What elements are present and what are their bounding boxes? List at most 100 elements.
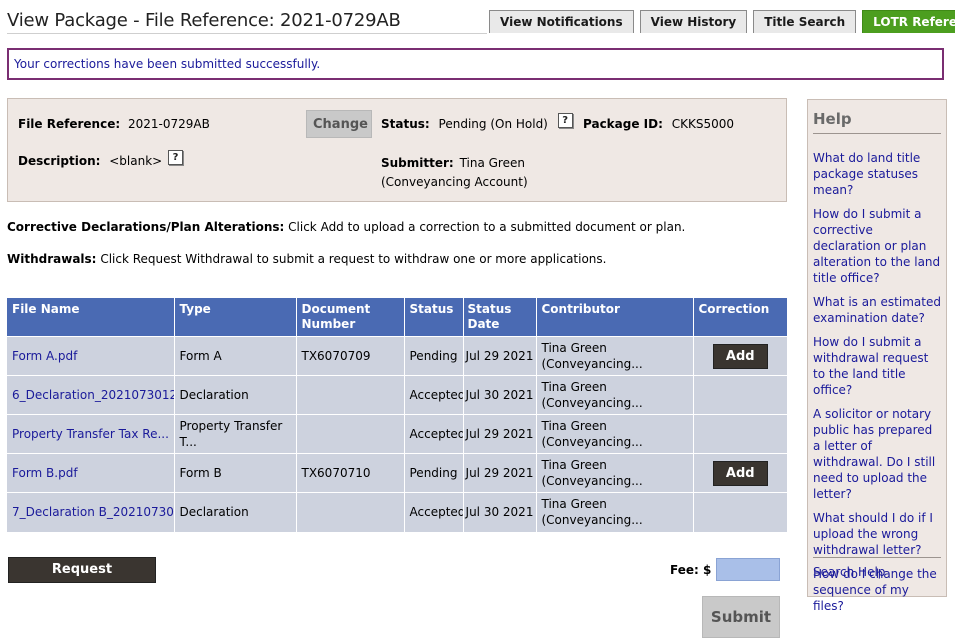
add-correction-button[interactable]: Add	[712, 460, 768, 486]
file-reference: File Reference: 2021-0729AB	[18, 117, 210, 131]
file-reference-value: 2021-0729AB	[127, 117, 210, 131]
fee-label: Fee: $	[670, 563, 712, 577]
cell-contributor: Tina Green (Conveyancing...	[536, 375, 694, 415]
help-divider	[813, 557, 941, 558]
cell-correction: Add	[693, 336, 787, 376]
change-button[interactable]: Change	[306, 110, 372, 138]
col-type[interactable]: Type	[174, 298, 297, 337]
tab-title-search[interactable]: Title Search	[753, 10, 857, 33]
cell-status-date: Jul 29 2021	[463, 414, 537, 454]
file-link[interactable]: Form A.pdf	[12, 349, 77, 363]
file-link[interactable]: 6_Declaration_2021073012...	[12, 388, 173, 402]
file-link[interactable]: Form B.pdf	[12, 466, 78, 480]
description-help-icon[interactable]: ?	[168, 150, 184, 165]
cell-type: Declaration	[174, 492, 297, 532]
description: Description: <blank> ?	[18, 150, 184, 168]
contributor-name: Tina Green	[541, 419, 607, 433]
cell-doc-number	[296, 492, 405, 532]
cell-contributor: Tina Green (Conveyancing...	[536, 453, 694, 493]
contributor-account: (Conveyancing...	[541, 396, 643, 410]
help-link-wrong-letter[interactable]: What should I do if I upload the wrong w…	[813, 510, 941, 558]
cell-correction	[693, 375, 787, 415]
file-reference-label: File Reference:	[18, 117, 121, 131]
col-status[interactable]: Status	[404, 298, 464, 337]
status-value: Pending (On Hold)	[438, 117, 548, 131]
contributor-account: (Conveyancing...	[541, 357, 643, 371]
files-table: File Name Type Document Number Status St…	[7, 298, 787, 532]
help-link-letter-of-withdrawal[interactable]: A solicitor or notary public has prepare…	[813, 406, 941, 502]
add-correction-button[interactable]: Add	[712, 343, 768, 369]
cell-doc-number	[296, 414, 405, 454]
type-line-1: Property Transfer	[179, 419, 283, 433]
contributor-account: (Conveyancing...	[541, 435, 643, 449]
contributor-name: Tina Green	[541, 380, 607, 394]
cell-contributor: Tina Green (Conveyancing...	[536, 414, 694, 454]
submit-button[interactable]: Submit	[702, 596, 780, 638]
description-label: Description:	[18, 154, 101, 168]
cell-correction	[693, 414, 787, 454]
help-link-withdrawal-request[interactable]: How do I submit a withdrawal request to …	[813, 334, 941, 398]
withdrawals-label: Withdrawals:	[7, 252, 97, 266]
col-contributor[interactable]: Contributor	[536, 298, 694, 337]
success-alert: Your corrections have been submitted suc…	[7, 48, 944, 80]
page-title: View Package - File Reference: 2021-0729…	[7, 10, 401, 31]
cell-status-date: Jul 29 2021	[463, 453, 537, 493]
col-status-date[interactable]: Status Date	[463, 298, 537, 337]
package-info-panel: File Reference: 2021-0729AB Change Statu…	[7, 98, 787, 202]
cell-doc-number	[296, 375, 405, 415]
cell-contributor: Tina Green (Conveyancing...	[536, 492, 694, 532]
type-line-2: T...	[179, 435, 197, 449]
col-correction: Correction	[693, 298, 787, 337]
corrective-text: Click Add to upload a correction to a su…	[288, 220, 686, 234]
submitter-account: (Conveyancing Account)	[381, 175, 528, 189]
cell-status: Accepted	[404, 492, 464, 532]
search-help-link[interactable]: Search Help	[813, 565, 885, 579]
submitter-name: Tina Green	[459, 156, 525, 170]
col-document-number[interactable]: Document Number	[296, 298, 405, 337]
cell-status-date: Jul 30 2021	[463, 375, 537, 415]
cell-status: Accepted	[404, 375, 464, 415]
status-label: Status:	[381, 117, 430, 131]
package-id-value: CKKS5000	[671, 117, 735, 131]
status: Status: Pending (On Hold) ?	[381, 113, 573, 131]
submitter-label: Submitter:	[381, 156, 454, 170]
help-panel: Help What do land title package statuses…	[807, 99, 947, 613]
status-help-icon[interactable]: ?	[557, 113, 573, 128]
cell-status: Pending	[404, 336, 464, 376]
cell-contributor: Tina Green (Conveyancing...	[536, 336, 694, 376]
contributor-name: Tina Green	[541, 341, 607, 355]
submitter: Submitter: Tina Green (Conveyancing Acco…	[381, 154, 528, 192]
col-file-name[interactable]: File Name	[7, 298, 175, 337]
table-row: 7_Declaration B_20210730... Declaration …	[7, 492, 787, 532]
help-link-statuses[interactable]: What do land title package statuses mean…	[813, 150, 941, 198]
corrective-label: Corrective Declarations/Plan Alterations…	[7, 220, 285, 234]
fee-input[interactable]	[716, 558, 780, 581]
withdrawal-instructions: Withdrawals: Click Request Withdrawal to…	[7, 252, 606, 266]
table-header-row: File Name Type Document Number Status St…	[7, 298, 787, 337]
tab-view-history[interactable]: View History	[639, 10, 748, 33]
file-link[interactable]: 7_Declaration B_20210730...	[12, 505, 173, 519]
help-title: Help	[813, 110, 941, 134]
cell-status: Accepted	[404, 414, 464, 454]
top-tabs: View Notifications View History Title Se…	[489, 10, 955, 33]
cell-status-date: Jul 29 2021	[463, 336, 537, 376]
request-withdrawal-button[interactable]: Request Withdrawal	[8, 557, 156, 601]
tab-view-notifications[interactable]: View Notifications	[489, 10, 634, 33]
help-link-corrective[interactable]: How do I submit a corrective declaration…	[813, 206, 941, 286]
contributor-name: Tina Green	[541, 458, 607, 472]
table-row: 6_Declaration_2021073012... Declaration …	[7, 375, 787, 415]
cell-type: Property Transfer T...	[174, 414, 297, 454]
corrective-instructions: Corrective Declarations/Plan Alterations…	[7, 220, 685, 234]
package-id-label: Package ID:	[583, 117, 663, 131]
file-link[interactable]: Property Transfer Tax Re...	[12, 427, 169, 441]
help-link-examination-date[interactable]: What is an estimated examination date?	[813, 294, 941, 326]
table-row: Property Transfer Tax Re... Property Tra…	[7, 414, 787, 454]
cell-type: Form B	[174, 453, 297, 493]
tab-lotr-reference[interactable]: LOTR Reference	[862, 10, 955, 33]
contributor-name: Tina Green	[541, 497, 607, 512]
description-value: <blank>	[109, 154, 163, 168]
withdrawals-text: Click Request Withdrawal to submit a req…	[100, 252, 607, 266]
cell-doc-number: TX6070709	[296, 336, 405, 376]
table-row: Form A.pdf Form A TX6070709 Pending Jul …	[7, 336, 787, 376]
title-divider	[7, 33, 487, 34]
